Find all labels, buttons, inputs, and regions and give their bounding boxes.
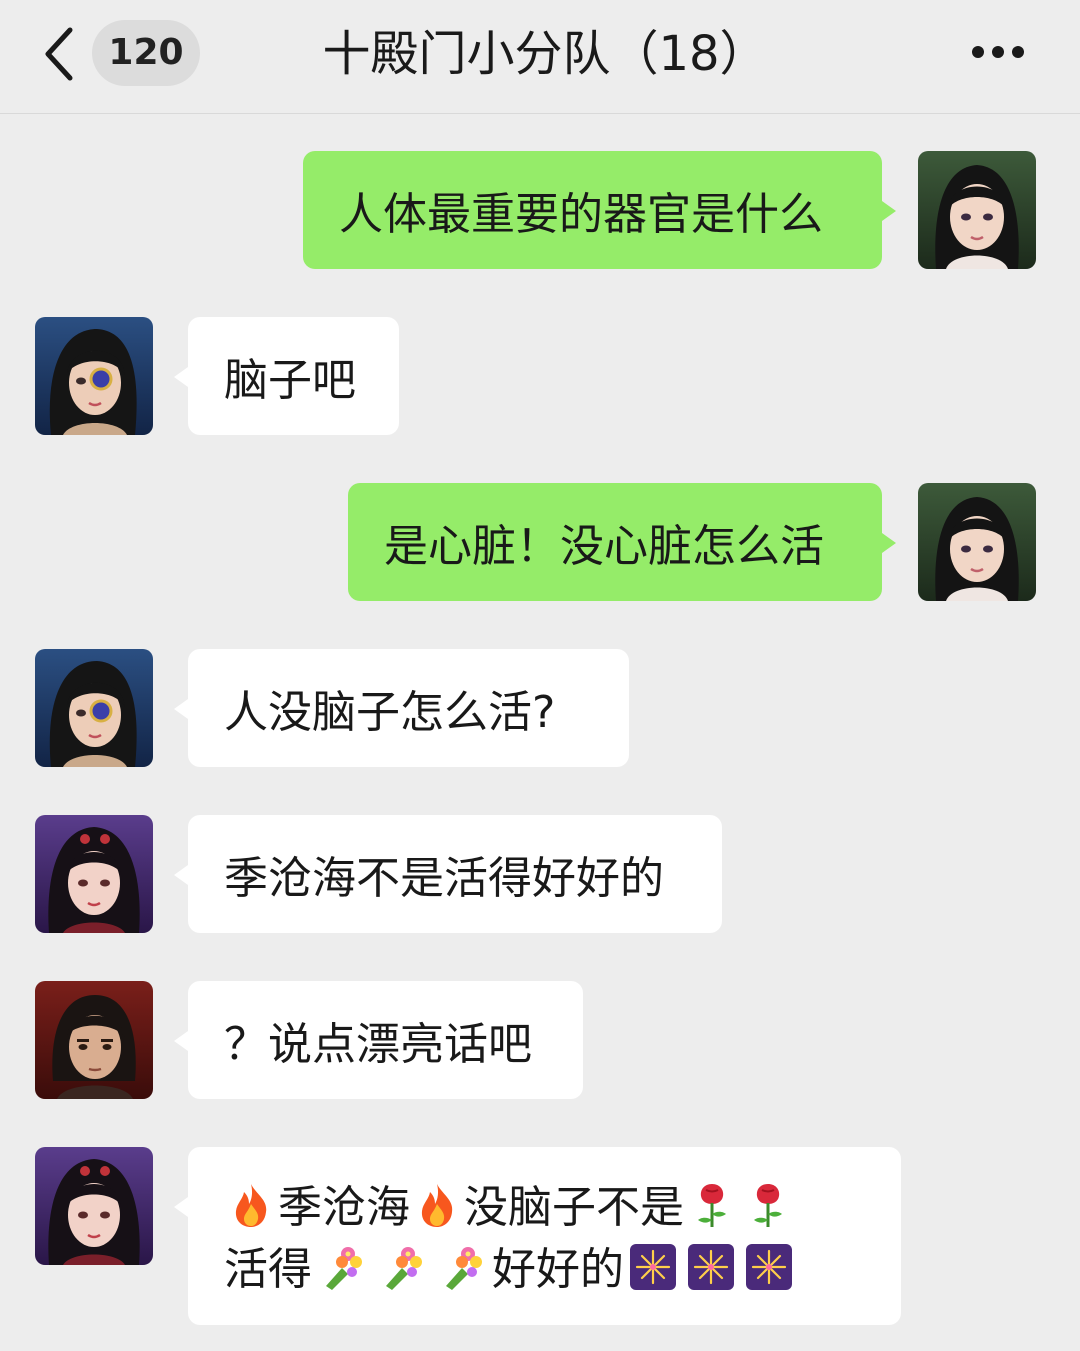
bouquet-icon — [386, 1247, 422, 1290]
message-bubble-incoming[interactable]: 人没脑子怎么活? — [174, 649, 629, 767]
rose-icon — [698, 1184, 726, 1227]
message-text-segment: 好好的 — [492, 1244, 624, 1295]
avatar-member-eyepatch[interactable] — [35, 649, 153, 767]
avatar-member-male[interactable] — [35, 981, 153, 1099]
message-bubble-incoming[interactable]: 季沧海不是活得好好的 — [174, 815, 722, 933]
chat-title: 十殿门小分队（18） — [322, 26, 768, 82]
message-text-segment: 活得 — [224, 1244, 312, 1295]
message-bubble-incoming[interactable]: 脑子吧 — [174, 317, 399, 435]
message-line-1: 季沧海 没脑子不是 — [224, 1177, 865, 1239]
fire-icon — [235, 1184, 267, 1227]
message-bubble-outgoing[interactable]: 是心脏！没心脏怎么活 — [348, 483, 896, 601]
rose-icon — [754, 1184, 782, 1227]
message-bubble-incoming[interactable]: ？说点漂亮话吧 — [174, 981, 583, 1099]
message-text: ？说点漂亮话吧 — [224, 1019, 532, 1070]
message-text: 是心脏！没心脏怎么活 — [384, 521, 824, 572]
chat-header: 120 十殿门小分队（18） — [0, 0, 1080, 114]
fireworks-icon — [630, 1244, 676, 1290]
bouquet-icon — [326, 1247, 362, 1290]
avatar-member-eyepatch[interactable] — [35, 317, 153, 435]
message-bubble-outgoing[interactable]: 人体最重要的器官是什么 — [303, 151, 896, 269]
message-text: 季沧海不是活得好好的 — [224, 853, 664, 904]
fireworks-icon — [746, 1244, 792, 1290]
fire-icon — [421, 1184, 453, 1227]
bouquet-icon — [446, 1247, 482, 1290]
more-dots-icon[interactable] — [968, 38, 1028, 68]
message-text-segment: 季沧海 — [278, 1182, 410, 1233]
message-text: 人体最重要的器官是什么 — [339, 189, 823, 240]
avatar-member-purple[interactable] — [35, 1147, 153, 1265]
message-text: 人没脑子怎么活? — [224, 687, 556, 738]
message-text: 脑子吧 — [224, 355, 356, 406]
fireworks-icon — [688, 1244, 734, 1290]
message-bubble-incoming-emoji[interactable]: 季沧海 没脑子不是 活得 好好的 — [174, 1147, 901, 1325]
message-line-2: 活得 好好的 — [224, 1239, 865, 1301]
avatar-self[interactable] — [918, 151, 1036, 269]
message-text-segment: 没脑子不是 — [464, 1182, 684, 1233]
avatar-member-purple[interactable] — [35, 815, 153, 933]
avatar-self[interactable] — [918, 483, 1036, 601]
